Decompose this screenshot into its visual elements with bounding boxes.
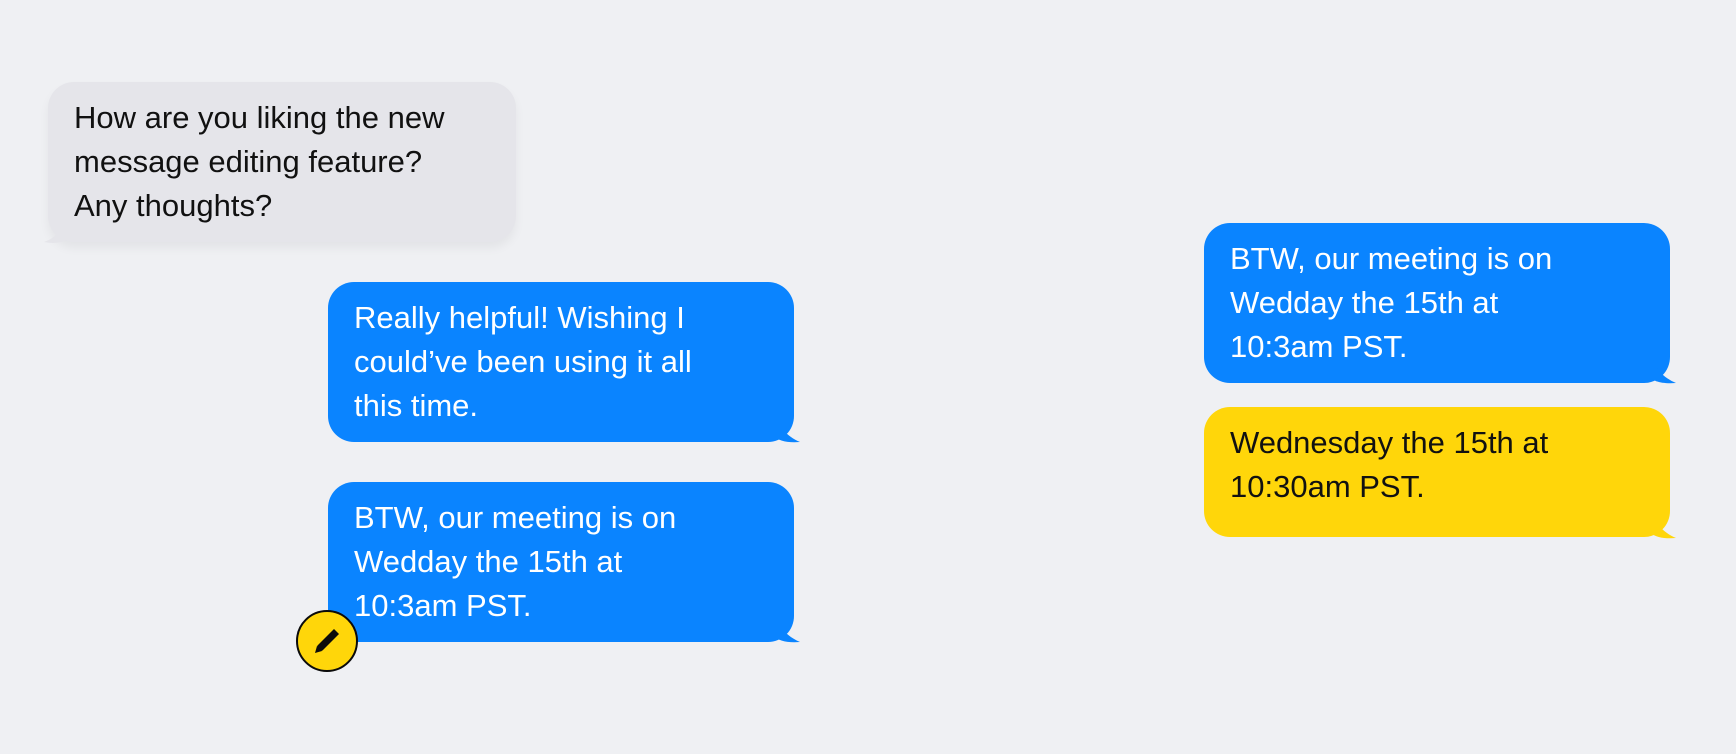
received-bubble-tail: [44, 216, 68, 243]
sent-bubble-tail: [774, 414, 800, 443]
sent-message-bubble[interactable]: Really helpful! Wishing I could’ve been …: [328, 282, 794, 442]
sent-message-bubble-editable[interactable]: BTW, our meeting is on Wedday the 15th a…: [328, 482, 794, 642]
received-message-bubble[interactable]: How are you liking the new message editi…: [48, 82, 516, 242]
edited-message-bubble: Wednesday the 15th at 10:30am PST.: [1204, 407, 1670, 537]
original-message-bubble: BTW, our meeting is on Wedday the 15th a…: [1204, 223, 1670, 383]
pencil-icon: [315, 629, 339, 653]
sent-bubble-tail: [774, 614, 800, 643]
edited-bubble-tail: [1650, 510, 1676, 539]
original-bubble-tail: [1650, 355, 1676, 384]
edit-badge[interactable]: [296, 610, 358, 672]
